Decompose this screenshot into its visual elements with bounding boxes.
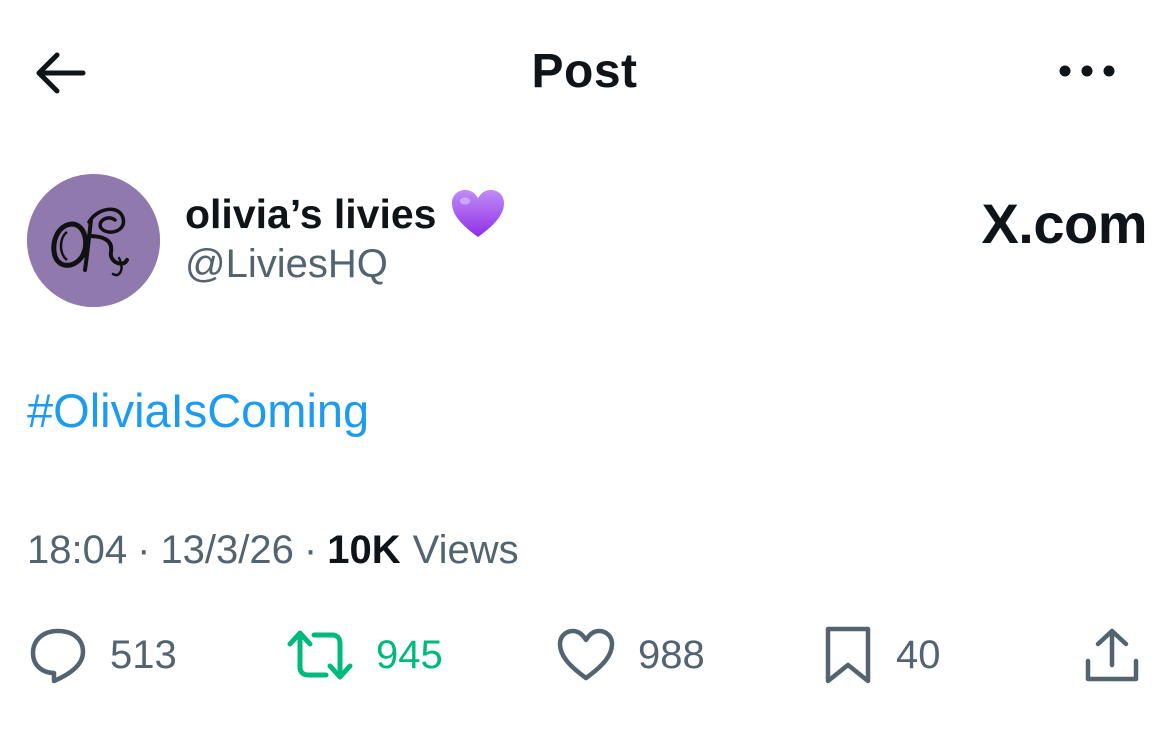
bookmark-button[interactable]: 40 [822,620,941,690]
x-com-watermark: X.com [981,188,1147,258]
heart-outline-icon [557,628,615,681]
separator-dot: · [303,528,318,572]
hashtag-link[interactable]: #OliviaIsComing [27,384,369,437]
views-label: Views [412,528,519,572]
reply-icon [30,628,86,684]
share-button[interactable] [1082,620,1142,690]
share-icon [1085,628,1139,682]
avatar[interactable] [27,174,160,307]
post-metadata: 18:04 · 13/3/26 · 10K Views [27,528,519,573]
repost-button[interactable]: 945 [286,620,443,690]
ellipsis-icon [1059,65,1115,76]
views-count: 10K [327,528,401,572]
display-name-link[interactable]: olivia’s livies [185,186,506,242]
action-bar: 513 945 988 40 [0,620,1169,690]
purple-heart-icon [450,188,506,240]
watermark-text: X.com [981,191,1147,255]
reply-count: 513 [110,632,177,677]
separator-dot: · [137,528,151,572]
post-author: olivia’s livies @LiviesHQ X.com [27,174,1147,314]
repost-count: 945 [376,632,443,677]
more-options-button[interactable] [1052,48,1122,93]
like-button[interactable]: 988 [556,620,705,690]
avatar-monogram-icon [27,174,160,307]
bookmark-count: 40 [896,632,941,677]
post-date[interactable]: 13/3/26 [160,528,293,573]
bookmark-icon [825,626,871,684]
author-handle[interactable]: @LiviesHQ [185,242,388,287]
top-bar: Post [0,0,1169,140]
display-name: olivia’s livies [185,190,437,237]
like-count: 988 [638,632,705,677]
post-time[interactable]: 18:04 [27,528,127,573]
repost-icon [287,630,353,680]
page-title: Post [531,45,638,98]
post-text: #OliviaIsComing [27,383,369,438]
reply-button[interactable]: 513 [28,620,177,690]
